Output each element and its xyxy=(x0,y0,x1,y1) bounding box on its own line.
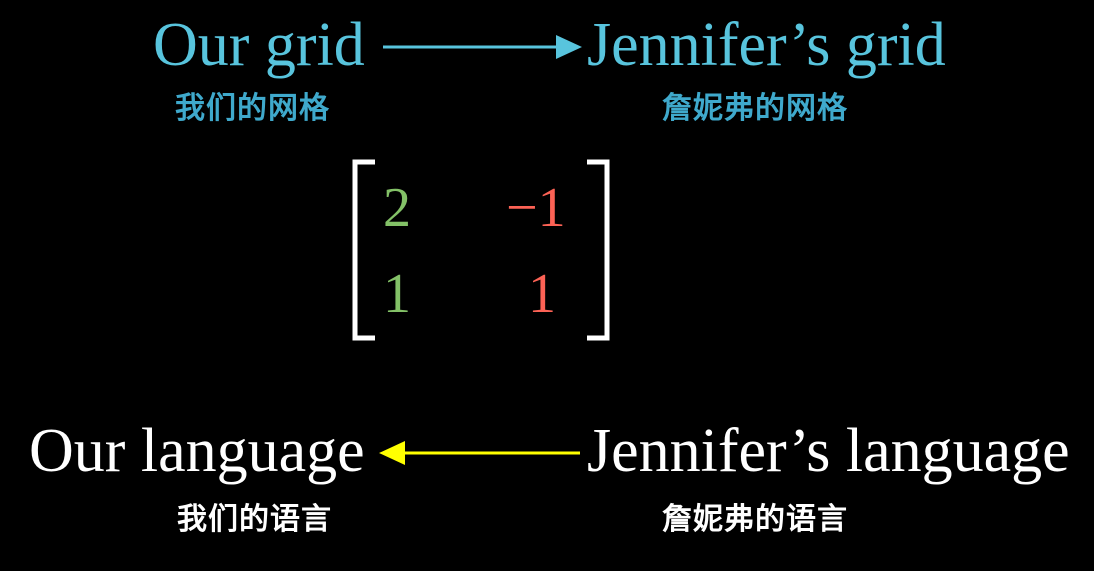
matrix-left-bracket xyxy=(352,159,375,341)
matrix-entry: −1 xyxy=(506,177,566,239)
matrix-right-bracket xyxy=(587,159,610,341)
matrix-entry: 1 xyxy=(528,263,556,325)
grid-arrow xyxy=(383,35,582,59)
scene: Our grid Jennifer’s grid 我们的网格 詹妮弗的网格 2 … xyxy=(0,0,1094,571)
jennifers-language-label-zh: 詹妮弗的语言 xyxy=(662,502,848,537)
language-arrow xyxy=(379,441,580,465)
our-language-label: Our language xyxy=(29,417,365,485)
jennifers-language-label: Jennifer’s language xyxy=(587,417,1070,485)
matrix-entry: 2 xyxy=(383,177,411,239)
our-language-label-zh: 我们的语言 xyxy=(177,502,332,537)
matrix-entry: 1 xyxy=(383,263,411,325)
